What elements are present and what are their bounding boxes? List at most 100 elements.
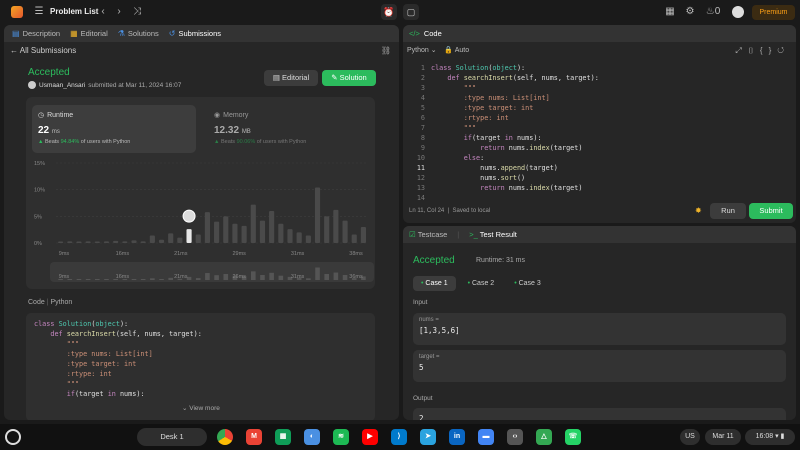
leetcode-logo-icon[interactable] [11, 6, 23, 18]
editor-line: 2 def searchInsert(self, nums, target): [403, 73, 796, 83]
line-code: def searchInsert(self, nums, target): [447, 74, 599, 82]
line-code: :rtype: int [431, 114, 509, 122]
bar [204, 212, 210, 243]
mini-bar [214, 275, 219, 280]
terminal-icon: >_ [469, 230, 478, 239]
avatar[interactable] [732, 6, 744, 18]
line-number: 12 [416, 174, 425, 182]
debug-icon[interactable]: ✸ [695, 206, 702, 215]
line-code: :type nums: List[int] [431, 94, 550, 102]
note-icon[interactable]: ▢ [403, 4, 419, 20]
lock-icon: 🔒 [444, 47, 454, 54]
premium-button[interactable]: Premium [752, 5, 795, 20]
test-status: Accepted [413, 255, 455, 266]
case-tab-3[interactable]: • Case 3 [506, 276, 549, 291]
tab-submissions[interactable]: ↺ Submissions [169, 29, 221, 38]
whatsapp-icon[interactable]: ☏ [565, 429, 581, 445]
submit-button[interactable]: Submit [749, 203, 793, 219]
bar [195, 234, 201, 243]
mini-bar [85, 279, 91, 280]
list-icon[interactable]: ☰ [32, 5, 46, 19]
youtube-icon[interactable]: ▶ [362, 429, 378, 445]
code-line: class Solution(object): [34, 320, 129, 328]
mini-bar [324, 274, 329, 280]
bar [168, 233, 174, 243]
top-bar: ☰ Problem List ‹ › ⤨ ⏰ ▢ ▦ ⚙ ♨0 Premium [0, 0, 800, 24]
checkbox-icon: ☑ [409, 230, 416, 239]
case-tab-2[interactable]: • Case 2 [460, 276, 503, 291]
vscode-icon[interactable]: ⟩ [391, 429, 407, 445]
share-link-icon[interactable]: ⛓ [381, 46, 391, 55]
linkedin-icon[interactable]: in [449, 429, 465, 445]
chevron-right-icon[interactable]: › [112, 5, 126, 19]
tab-test-result[interactable]: >_ Test Result [469, 230, 517, 239]
user-avatar [28, 81, 36, 89]
desk-button[interactable]: Desk 1 [137, 428, 207, 446]
reset-icon[interactable]: ↺ [777, 46, 790, 55]
system-tray[interactable]: 16:08 ▾ ▮ [745, 429, 795, 445]
files-icon[interactable]: ▬ [478, 429, 494, 445]
auto-mode[interactable]: 🔒 Auto [444, 47, 469, 54]
editor-line: 13 return nums.index(target) [403, 183, 796, 193]
arrow-left-icon: ← [10, 46, 20, 55]
problem-list-link[interactable]: Problem List [50, 7, 98, 16]
spotify-icon[interactable]: ≋ [333, 429, 349, 445]
all-submissions-link[interactable]: ← All Submissions [10, 46, 76, 55]
username[interactable]: Usmaan_Ansari [39, 82, 85, 89]
mini-bar [159, 279, 164, 280]
grid-icon[interactable]: ▦ [663, 5, 677, 19]
terminal-icon[interactable]: ‹› [507, 429, 523, 445]
output-box[interactable]: 2 [413, 408, 786, 420]
bar [287, 229, 293, 243]
editor-line: 1 class Solution(object): [403, 63, 796, 73]
language-select[interactable]: Python ⌄ [407, 47, 437, 54]
sheets-icon[interactable]: ▦ [275, 429, 291, 445]
chevron-down-icon: ⌄ [430, 47, 437, 54]
bar [360, 227, 366, 243]
view-more-button[interactable]: ⌄ View more [182, 404, 220, 412]
case-tab-1[interactable]: • Case 1 [413, 276, 456, 291]
shuffle-icon[interactable]: ⤨ [130, 5, 144, 19]
input-nums-box[interactable]: nums = [1,3,5,6] [413, 313, 786, 345]
run-button[interactable]: Run [710, 203, 746, 219]
line-number: 6 [420, 114, 425, 122]
gear-icon[interactable]: ⚙ [683, 5, 697, 19]
telegram-icon[interactable]: ➤ [420, 429, 436, 445]
bookmark-icon[interactable]: ▯ [748, 46, 760, 55]
launcher-icon[interactable] [5, 429, 21, 445]
editor-status: Ln 11, Col 24 | Saved to local [409, 208, 491, 214]
highlighted-bar [186, 229, 192, 243]
left-panel: ▤ Description ▦ Editorial ⚗ Solutions ↺ Subm… [4, 25, 399, 420]
braces-icon[interactable]: {} [760, 46, 777, 55]
editor-line: 14 [403, 193, 796, 203]
editor-icons: ⤢▯{}↺ [735, 46, 790, 56]
tab-testcase[interactable]: ☑ Testcase [409, 230, 447, 239]
tab-editorial[interactable]: ▦ Editorial [70, 29, 108, 38]
chevron-left-icon[interactable]: ‹ [96, 5, 110, 19]
tab-description[interactable]: ▤ Description [12, 29, 60, 38]
code-title: Code [423, 29, 442, 38]
mini-bar [168, 277, 173, 280]
line-code: class Solution(object): [431, 64, 526, 72]
maps-icon[interactable]: ◐ [304, 429, 320, 445]
code-line: :rtype: int [34, 370, 112, 378]
chrome-icon[interactable] [217, 429, 233, 445]
gmail-icon[interactable]: M [246, 429, 262, 445]
x-tick-label: 9ms [59, 251, 70, 257]
line-number: 11 [416, 164, 425, 172]
code-editor[interactable]: 1 class Solution(object): 2 def searchInse… [403, 63, 796, 203]
tab-solutions[interactable]: ⚗ Solutions [118, 29, 159, 38]
editorial-button[interactable]: ▤ Editorial [264, 70, 318, 86]
solution-button[interactable]: ✎ Solution [322, 70, 376, 86]
date-button[interactable]: Mar 11 [705, 429, 741, 445]
alarm-icon[interactable]: ⏰ [381, 4, 397, 20]
input-language[interactable]: US [680, 429, 700, 445]
streak-counter[interactable]: ♨0 [703, 5, 723, 19]
editor-line: 7 """ [403, 123, 796, 133]
bar [214, 221, 220, 243]
input-target-box[interactable]: target = 5 [413, 350, 786, 382]
drive-icon[interactable]: △ [536, 429, 552, 445]
runtime-distribution-chart[interactable]: 15% 10% 5% 0% 9ms 16ms 21ms 29ms 31ms 38ms 9ms 16ms… [26, 97, 375, 289]
expand-icon[interactable]: ⤢ [735, 46, 747, 55]
bar [259, 220, 266, 243]
